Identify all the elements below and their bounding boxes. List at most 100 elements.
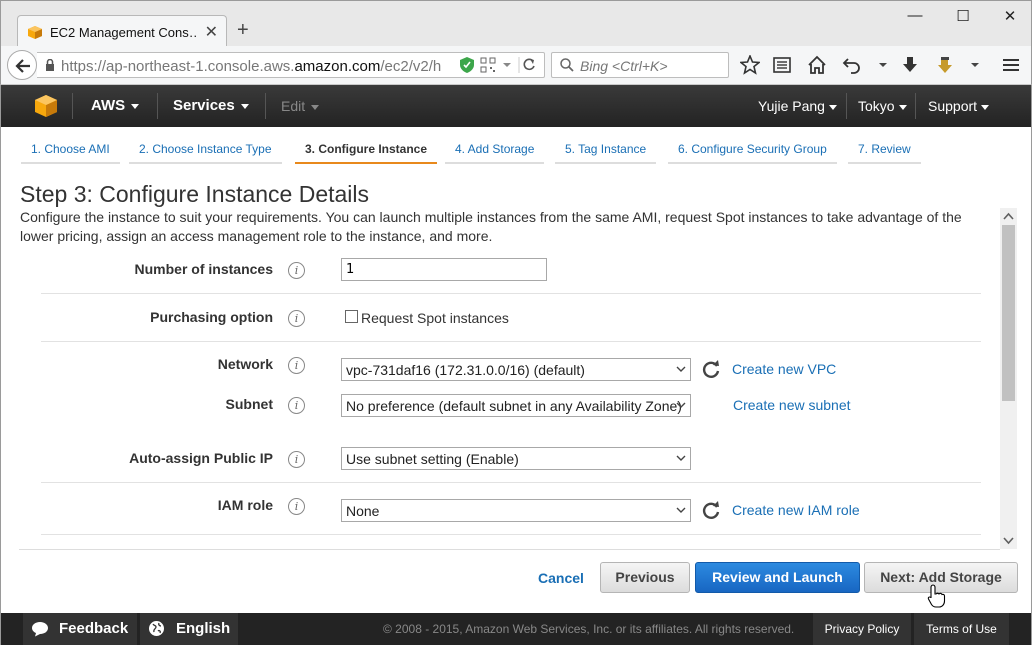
hand-cursor-icon bbox=[927, 584, 946, 608]
menu-icon[interactable] bbox=[1001, 55, 1021, 75]
bookmark-star-icon[interactable] bbox=[740, 55, 760, 75]
search-placeholder: Bing <Ctrl+K> bbox=[580, 58, 668, 74]
content-scrollbar[interactable] bbox=[1000, 208, 1017, 549]
step-review[interactable]: 7. Review bbox=[848, 142, 921, 164]
network-select-value: vpc-731daf16 (172.31.0.0/16) (default) bbox=[346, 362, 585, 378]
create-vpc-link[interactable]: Create new VPC bbox=[732, 361, 836, 377]
step-add-storage[interactable]: 4. Add Storage bbox=[445, 142, 545, 164]
search-bar[interactable]: Bing <Ctrl+K> bbox=[551, 52, 729, 78]
wizard-steps: 1. Choose AMI 2. Choose Instance Type 3.… bbox=[0, 127, 1032, 173]
tab-close-icon[interactable]: ✕ bbox=[205, 22, 218, 42]
row-divider bbox=[41, 534, 981, 535]
undo-icon[interactable] bbox=[842, 55, 862, 75]
public-ip-select[interactable]: Use subnet setting (Enable) bbox=[341, 447, 691, 470]
search-icon bbox=[560, 58, 574, 72]
aws-cube-icon bbox=[28, 26, 42, 39]
browser-titlebar: EC2 Management Cons… ✕ + — ☐ ✕ bbox=[0, 0, 1032, 48]
refresh-icon[interactable] bbox=[701, 359, 721, 379]
dropdown-arrow-icon[interactable] bbox=[502, 57, 512, 73]
undo-dropdown-icon[interactable] bbox=[873, 55, 893, 75]
spot-instances-checkbox[interactable] bbox=[345, 310, 358, 323]
aws-menu-label: AWS bbox=[91, 97, 126, 114]
url-prefix: https://ap-northeast-1.console.aws. bbox=[61, 58, 295, 75]
chevron-down-icon bbox=[240, 103, 249, 109]
review-and-launch-button[interactable]: Review and Launch bbox=[695, 562, 860, 593]
cancel-button[interactable]: Cancel bbox=[538, 570, 584, 586]
reading-list-icon[interactable] bbox=[772, 55, 792, 75]
privacy-policy-link[interactable]: Privacy Policy bbox=[813, 613, 911, 645]
network-select[interactable]: vpc-731daf16 (172.31.0.0/16) (default) bbox=[341, 358, 691, 381]
public-ip-label: Auto-assign Public IP bbox=[129, 450, 273, 466]
subnet-select[interactable]: No preference (default subnet in any Ava… bbox=[341, 394, 691, 417]
feedback-button[interactable]: Feedback bbox=[23, 613, 137, 645]
address-bar[interactable]: https://ap-northeast-1.console.aws.amazo… bbox=[37, 52, 545, 78]
region-menu-label: Tokyo bbox=[858, 98, 895, 114]
info-icon[interactable]: i bbox=[288, 451, 305, 468]
speech-bubble-icon bbox=[32, 622, 48, 637]
scroll-thumb[interactable] bbox=[1002, 225, 1015, 401]
step-configure-security-group[interactable]: 6. Configure Security Group bbox=[668, 142, 837, 164]
create-iam-role-link[interactable]: Create new IAM role bbox=[732, 502, 860, 518]
maximize-icon[interactable]: ☐ bbox=[948, 7, 978, 27]
user-menu[interactable]: Yujie Pang bbox=[758, 98, 837, 114]
chevron-down-icon bbox=[676, 455, 686, 461]
url-path: /ec2/v2/h bbox=[380, 58, 442, 75]
info-icon[interactable]: i bbox=[288, 357, 305, 374]
download-icon[interactable] bbox=[900, 55, 920, 75]
aws-menu[interactable]: AWS bbox=[91, 97, 140, 114]
page-title: Step 3: Configure Instance Details bbox=[20, 181, 370, 207]
step-choose-instance-type[interactable]: 2. Choose Instance Type bbox=[129, 142, 282, 164]
edit-menu[interactable]: Edit bbox=[281, 98, 320, 114]
info-icon[interactable]: i bbox=[288, 262, 305, 279]
qr-code-icon[interactable] bbox=[480, 57, 496, 73]
region-menu[interactable]: Tokyo bbox=[858, 98, 907, 114]
step-configure-instance[interactable]: 3. Configure Instance bbox=[295, 142, 438, 164]
num-instances-input[interactable] bbox=[341, 258, 547, 281]
extension-dropdown-icon[interactable] bbox=[965, 55, 985, 75]
public-ip-select-value: Use subnet setting (Enable) bbox=[346, 451, 519, 467]
chevron-down-icon bbox=[311, 104, 320, 110]
shield-icon[interactable] bbox=[460, 57, 474, 73]
info-icon[interactable]: i bbox=[288, 498, 305, 515]
tab-title: EC2 Management Cons… bbox=[50, 25, 198, 40]
step-choose-ami[interactable]: 1. Choose AMI bbox=[21, 142, 120, 164]
refresh-icon[interactable] bbox=[701, 500, 721, 520]
subnet-select-value: No preference (default subnet in any Ava… bbox=[346, 398, 682, 414]
window-close-icon[interactable]: ✕ bbox=[995, 7, 1025, 27]
extension-icon[interactable] bbox=[935, 55, 955, 75]
info-icon[interactable]: i bbox=[288, 397, 305, 414]
create-subnet-link[interactable]: Create new subnet bbox=[733, 397, 851, 413]
aws-logo-icon[interactable] bbox=[35, 95, 57, 117]
user-menu-label: Yujie Pang bbox=[758, 98, 825, 114]
page-description: Configure the instance to suit your requ… bbox=[20, 209, 962, 244]
step-tag-instance[interactable]: 5. Tag Instance bbox=[555, 142, 657, 164]
row-divider bbox=[41, 341, 981, 342]
language-button[interactable]: English bbox=[140, 613, 238, 645]
url-domain: amazon.com bbox=[294, 58, 381, 75]
browser-navbar: https://ap-northeast-1.console.aws.amazo… bbox=[0, 46, 1032, 85]
browser-tab[interactable]: EC2 Management Cons… ✕ bbox=[17, 15, 227, 48]
iam-role-select[interactable]: None bbox=[341, 499, 691, 522]
minimize-icon[interactable]: — bbox=[900, 7, 930, 27]
services-menu[interactable]: Services bbox=[173, 97, 249, 114]
copyright-text: © 2008 - 2015, Amazon Web Services, Inc.… bbox=[383, 622, 795, 636]
chevron-down-icon bbox=[828, 104, 837, 110]
previous-button[interactable]: Previous bbox=[600, 562, 690, 593]
num-instances-label: Number of instances bbox=[134, 261, 273, 277]
edit-menu-label: Edit bbox=[281, 98, 306, 114]
reload-icon[interactable] bbox=[518, 57, 540, 73]
info-icon[interactable]: i bbox=[288, 310, 305, 327]
aws-header: AWS Services Edit Yujie Pang Tokyo Suppo… bbox=[0, 85, 1032, 127]
language-label: English bbox=[176, 620, 231, 637]
support-menu[interactable]: Support bbox=[928, 98, 990, 114]
scroll-down-icon[interactable] bbox=[1000, 532, 1017, 549]
feedback-label: Feedback bbox=[59, 620, 129, 637]
spot-instances-label[interactable]: Request Spot instances bbox=[361, 310, 509, 326]
new-tab-icon[interactable]: + bbox=[237, 20, 249, 40]
terms-of-use-link[interactable]: Terms of Use bbox=[914, 613, 1009, 645]
scroll-up-icon[interactable] bbox=[1000, 208, 1017, 225]
home-icon[interactable] bbox=[807, 55, 827, 75]
url-text: https://ap-northeast-1.console.aws.amazo… bbox=[61, 58, 451, 75]
back-button[interactable] bbox=[7, 50, 37, 80]
url-icons bbox=[460, 57, 540, 73]
